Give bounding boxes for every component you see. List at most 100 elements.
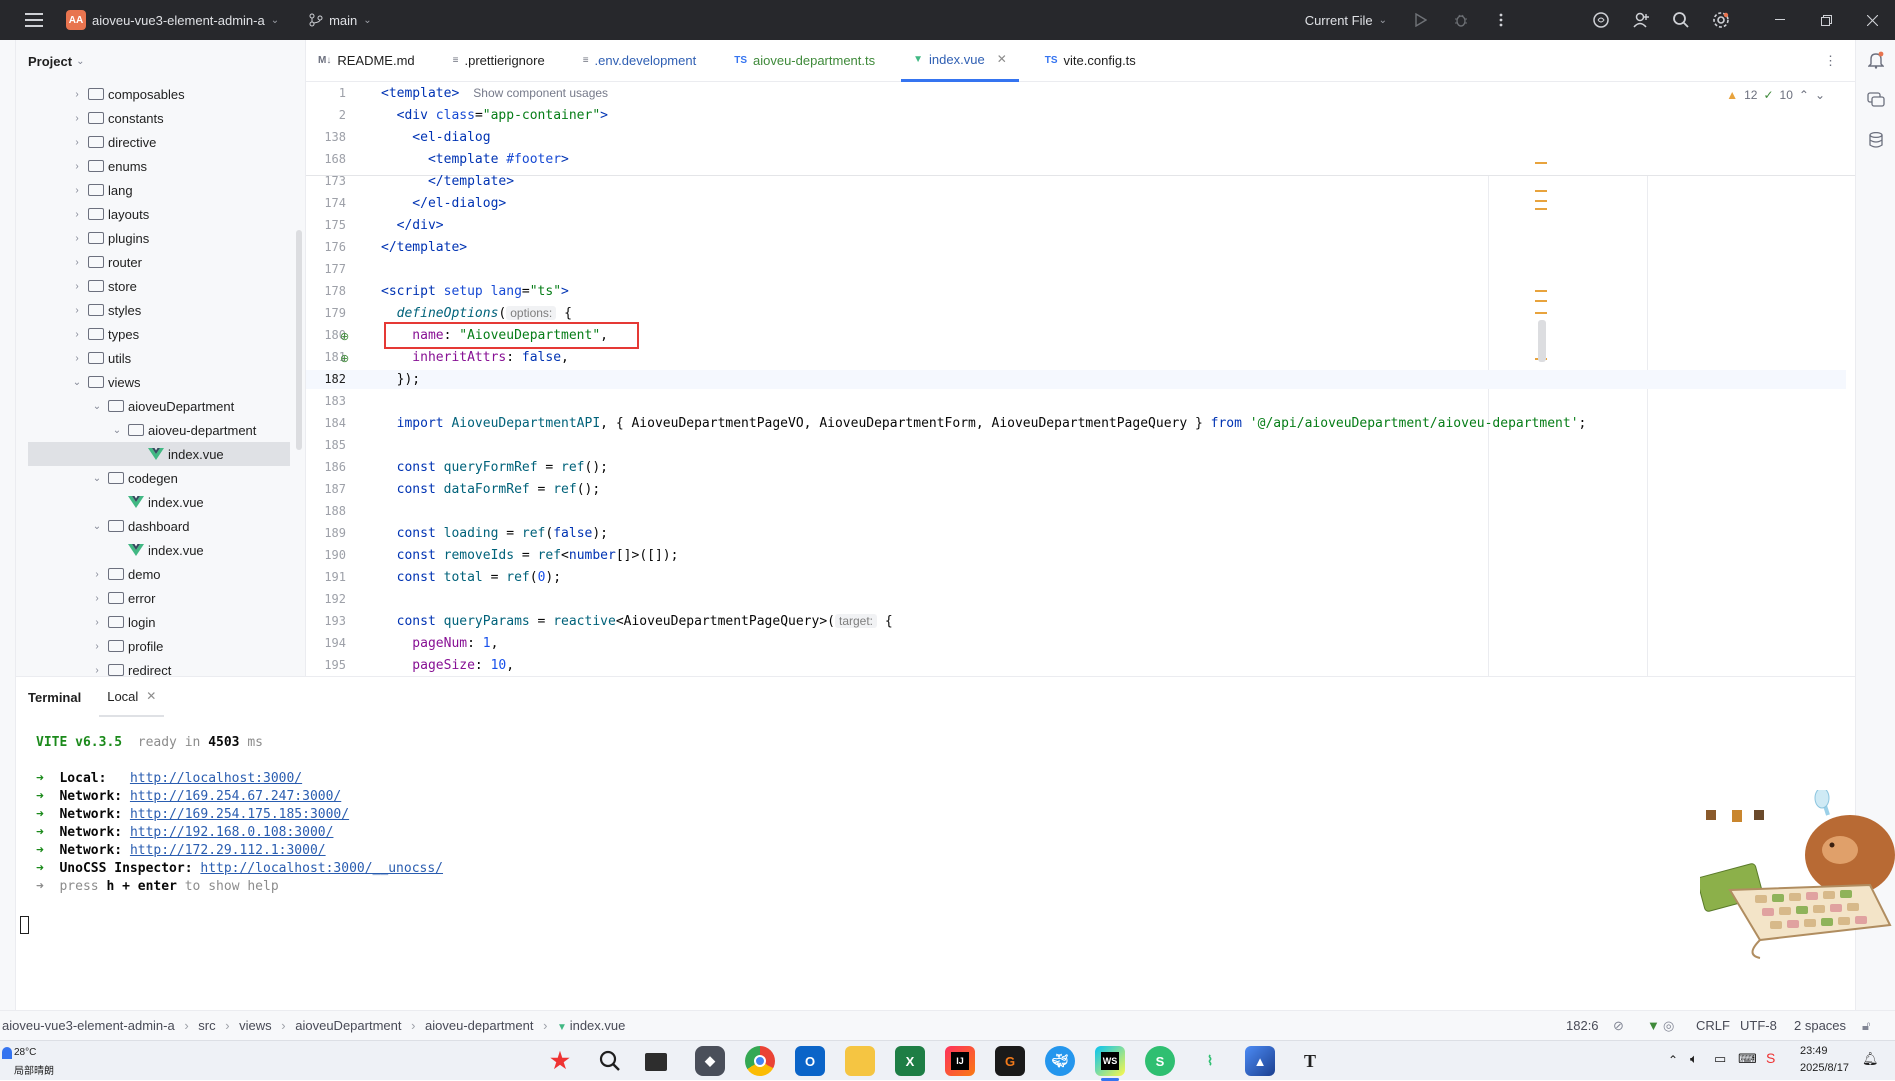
app-icon-photo[interactable]: ▲ (1245, 1046, 1275, 1076)
url-link[interactable]: http://192.168.0.108:3000/ (130, 825, 334, 840)
code-line[interactable]: <script setup lang="ts"> (381, 284, 569, 299)
terminal-tab-local[interactable]: Local ✕ (99, 677, 165, 717)
code-line[interactable]: <template> Show component usages (381, 86, 608, 101)
url-link[interactable]: http://localhost:3000/ (130, 771, 302, 786)
app-icon-g[interactable]: G (995, 1046, 1025, 1076)
breadcrumb-item[interactable]: src (198, 1018, 215, 1033)
ime-icon[interactable]: ⌨︎ (1738, 1051, 1757, 1067)
intellij-icon[interactable]: IJ (945, 1046, 975, 1076)
tab-index-vue[interactable]: ▼ index.vue ✕ (901, 40, 1019, 82)
clock-date[interactable]: 2025/8/17 (1800, 1062, 1849, 1074)
chevron-down-icon[interactable]: ⌄ (1815, 88, 1825, 102)
close-icon[interactable]: ✕ (146, 689, 156, 703)
code-line[interactable]: pageSize: 10, (381, 658, 514, 673)
tab-readme-md[interactable]: M↓ README.md (306, 40, 427, 82)
tree-item[interactable]: › lang (70, 178, 132, 202)
project-panel-header[interactable]: Project ⌄ (16, 40, 305, 82)
chevron-right-icon[interactable]: › (90, 617, 104, 628)
tree-item[interactable]: › layouts (70, 202, 149, 226)
warning-marker[interactable] (1535, 162, 1547, 164)
code-line[interactable]: <template #footer> (381, 152, 569, 167)
tree-item[interactable]: › error (90, 586, 155, 610)
task-view-icon[interactable] (645, 1053, 667, 1071)
tree-item[interactable]: › directive (70, 130, 156, 154)
code-line[interactable]: defineOptions(options: { (381, 306, 572, 321)
tree-item[interactable]: › composables (70, 82, 184, 106)
no-inspection-icon[interactable]: ⊘ (1613, 1018, 1624, 1034)
more-actions-icon[interactable] (1481, 0, 1521, 40)
chrome-icon[interactable] (745, 1046, 775, 1076)
docker-icon[interactable]: 🐳︎ (1045, 1046, 1075, 1076)
tree-item[interactable]: ⌄ codegen (90, 466, 178, 490)
tree-item[interactable]: › styles (70, 298, 141, 322)
code-line[interactable]: const removeIds = ref<number[]>([]); (381, 548, 679, 563)
run-config-selector[interactable]: Current File ⌄ (1305, 13, 1387, 28)
breadcrumb-item[interactable]: aioveuDepartment (295, 1018, 401, 1033)
component-usages-hint[interactable]: Show component usages (473, 86, 608, 100)
warning-marker[interactable] (1535, 208, 1547, 210)
tree-item[interactable]: › enums (70, 154, 147, 178)
warning-marker[interactable] (1535, 200, 1547, 202)
implements-gutter-icon[interactable]: ⊕ (340, 352, 354, 366)
close-icon[interactable] (1849, 0, 1895, 40)
chevron-right-icon[interactable]: › (70, 281, 84, 292)
tree-item[interactable]: › utils (70, 346, 131, 370)
code-line[interactable]: <div class="app-container"> (381, 108, 608, 123)
copilot-icon[interactable]: ◎ (1663, 1018, 1674, 1034)
tree-item[interactable]: ⌄ dashboard (90, 514, 190, 538)
chevron-right-icon[interactable]: › (90, 593, 104, 604)
chevron-up-icon[interactable]: ⌃ (1799, 88, 1809, 102)
tab-aioveu-department-ts[interactable]: TS aioveu-department.ts (722, 40, 887, 82)
tree-item[interactable]: › store (70, 274, 137, 298)
url-link[interactable]: http://172.29.112.1:3000/ (130, 843, 326, 858)
speaker-icon[interactable]: 🔈︎ (1690, 1051, 1698, 1067)
tree-item[interactable]: › types (70, 322, 139, 346)
warning-marker[interactable] (1535, 290, 1547, 292)
vue-icon[interactable]: ▼ (1647, 1018, 1660, 1033)
warning-marker[interactable] (1535, 190, 1547, 192)
app-tray-icon[interactable]: S (1766, 1050, 1775, 1066)
implements-gutter-icon[interactable]: ⊕ (340, 330, 354, 344)
chevron-right-icon[interactable]: › (90, 665, 104, 676)
code-line[interactable]: const queryFormRef = ref(); (381, 460, 608, 475)
code-line[interactable]: pageNum: 1, (381, 636, 498, 651)
tree-item[interactable]: ⌄ aioveu-department (110, 418, 257, 442)
code-line[interactable]: </template> (381, 174, 514, 189)
app-icon-s[interactable]: S (1145, 1046, 1175, 1076)
chevron-down-icon[interactable]: ⌄ (90, 521, 104, 532)
breadcrumb-item[interactable]: aioveu-vue3-element-admin-a (2, 1018, 175, 1033)
chevron-right-icon[interactable]: › (70, 137, 84, 148)
restore-icon[interactable] (1803, 0, 1849, 40)
chevron-down-icon[interactable]: ⌄ (110, 425, 124, 436)
settings-gear-icon[interactable] (1701, 0, 1741, 40)
inspection-widget[interactable]: ▲ 12 ✓ 10 ⌃ ⌄ (1726, 88, 1825, 102)
notification-bell-icon[interactable]: 🔔︎ (1862, 1051, 1879, 1067)
code-line[interactable]: </template> (381, 240, 467, 255)
breadcrumb-item[interactable]: index.vue (570, 1018, 626, 1033)
tree-item[interactable]: › plugins (70, 226, 149, 250)
project-switcher[interactable]: AA aioveu-vue3-element-admin-a ⌄ (66, 10, 279, 30)
lock-icon[interactable]: 🔓︎ (1862, 1018, 1870, 1034)
tree-item[interactable]: › login (90, 610, 155, 634)
ai-chat-icon[interactable] (1856, 80, 1895, 120)
webstorm-icon[interactable]: WS (1095, 1046, 1125, 1076)
tree-item[interactable]: index.vue (110, 538, 204, 562)
run-icon[interactable] (1401, 0, 1441, 40)
chevron-right-icon[interactable]: › (70, 185, 84, 196)
warning-marker[interactable] (1535, 312, 1547, 314)
add-user-icon[interactable] (1621, 0, 1661, 40)
tree-item[interactable]: ⌄ views (70, 370, 141, 394)
tree-scrollbar[interactable] (296, 230, 302, 450)
file-explorer-icon[interactable] (845, 1046, 875, 1076)
tree-item[interactable]: › redirect (90, 658, 171, 676)
chevron-right-icon[interactable]: › (70, 209, 84, 220)
code-line[interactable]: </div> (381, 218, 444, 233)
start-app-icon[interactable]: ★ (545, 1046, 575, 1076)
chevron-right-icon[interactable]: › (70, 305, 84, 316)
typora-icon[interactable]: T (1295, 1046, 1325, 1076)
code-line[interactable]: const loading = ref(false); (381, 526, 608, 541)
chevron-right-icon[interactable]: › (70, 113, 84, 124)
chevron-right-icon[interactable]: › (70, 329, 84, 340)
chevron-down-icon[interactable]: ⌄ (70, 377, 84, 388)
clock-time[interactable]: 23:49 (1800, 1045, 1828, 1057)
